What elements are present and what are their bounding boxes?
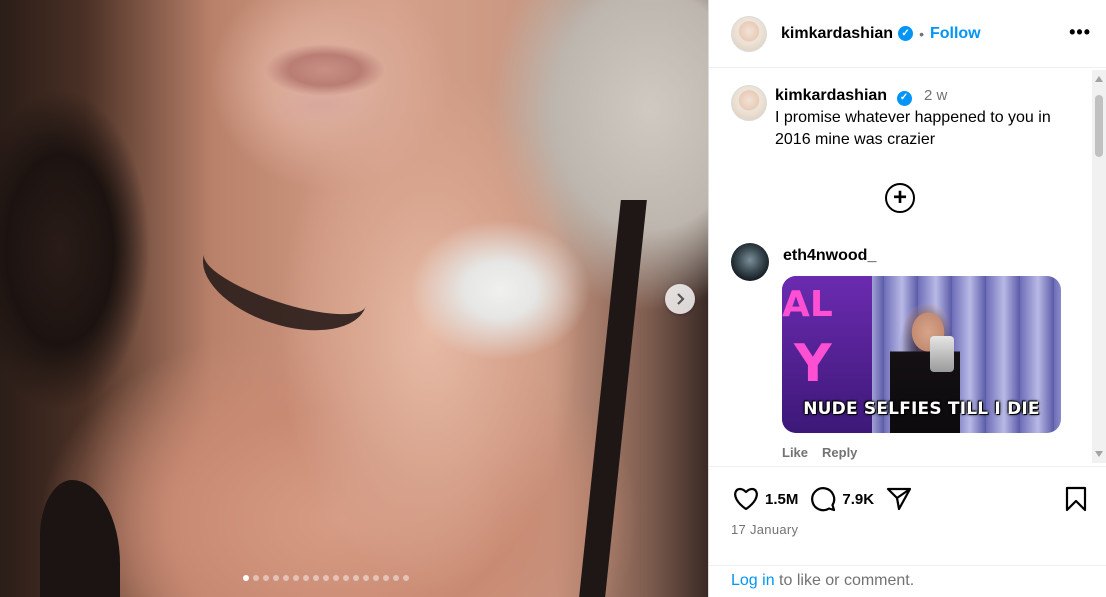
post-actions-bar: 1.5M 7.9K 17 January [709, 466, 1106, 576]
carousel-dot [353, 575, 359, 581]
choker-graphic [190, 210, 380, 350]
login-text: to like or comment. [774, 572, 915, 589]
carousel-dots [243, 575, 409, 583]
comment-avatar[interactable] [731, 243, 769, 281]
carousel-dot [313, 575, 319, 581]
carousel-dot [333, 575, 339, 581]
follow-button[interactable]: Follow [930, 25, 981, 43]
avatar[interactable] [731, 15, 767, 52]
post-date: 17 January [731, 522, 799, 537]
login-link[interactable]: Log in [731, 572, 775, 589]
carousel-dot [343, 575, 349, 581]
likes-count[interactable]: 1.5M [765, 491, 798, 508]
header-username[interactable]: kimkardashian [781, 25, 893, 43]
post-media [0, 0, 708, 597]
carousel-dot [253, 575, 259, 581]
comments-list: kimkardashian ✓ 2 w I promise whatever h… [709, 69, 1106, 465]
comment-gif: AL Y NUDE SELFIES TILL I DIE [782, 276, 1061, 433]
action-row: 1.5M 7.9K [731, 484, 914, 514]
load-more-comments-button[interactable]: + [885, 183, 915, 213]
comments-count[interactable]: 7.9K [842, 491, 874, 508]
verified-badge-icon: ✓ [898, 26, 914, 41]
carousel-dot [383, 575, 389, 581]
carousel-dot [403, 575, 409, 581]
scroll-up-icon[interactable] [1095, 76, 1103, 82]
carousel-dot [323, 575, 329, 581]
share-icon[interactable] [884, 484, 914, 514]
carousel-dot [283, 575, 289, 581]
carousel-dot [293, 575, 299, 581]
more-icon[interactable]: ••• [1069, 22, 1091, 43]
carousel-dot [303, 575, 309, 581]
caption-time: 2 w [923, 87, 948, 104]
post-side-panel: kimkardashian ✓ • Follow ••• kimkardashi… [708, 0, 1106, 597]
bra-graphic [40, 480, 120, 597]
comment-icon[interactable] [808, 484, 838, 514]
trophy-icon [930, 336, 954, 372]
verified-badge-icon: ✓ [896, 90, 912, 106]
next-slide-button[interactable] [665, 284, 695, 314]
carousel-dot [363, 575, 369, 581]
strap-graphic [579, 200, 647, 597]
caption-avatar[interactable] [731, 85, 767, 121]
comment-reply-button[interactable]: Reply [822, 445, 857, 460]
plus-icon: + [892, 184, 907, 211]
comment-like-button[interactable]: Like [782, 445, 808, 460]
separator: • [919, 25, 924, 42]
caption-text-block: kimkardashian ✓ 2 w I promise whatever h… [775, 85, 1081, 151]
login-prompt: Log in to like or comment. [709, 565, 1106, 597]
chevron-right-icon [677, 293, 685, 305]
comment-username[interactable]: eth4nwood_ [783, 247, 876, 265]
bookmark-icon[interactable] [1061, 484, 1091, 514]
comment-actions: Like Reply [782, 445, 857, 460]
caption-username[interactable]: kimkardashian [775, 87, 887, 104]
gif-caption: NUDE SELFIES TILL I DIE [803, 399, 1040, 419]
scroll-thumb[interactable] [1095, 95, 1103, 157]
carousel-dot [263, 575, 269, 581]
comments-scrollbar[interactable] [1092, 70, 1106, 463]
scroll-down-icon[interactable] [1095, 451, 1103, 457]
carousel-dot [373, 575, 379, 581]
gif-text-top: AL [782, 284, 833, 325]
caption: kimkardashian ✓ 2 w I promise whatever h… [731, 85, 1081, 151]
carousel-dot [243, 575, 249, 581]
carousel-dot [393, 575, 399, 581]
caption-text: I promise whatever happened to you in 20… [775, 109, 1051, 148]
gif-text-mid: Y [794, 334, 832, 394]
carousel-dot [273, 575, 279, 581]
heart-icon[interactable] [731, 484, 761, 514]
post-header: kimkardashian ✓ • Follow ••• [709, 0, 1106, 68]
